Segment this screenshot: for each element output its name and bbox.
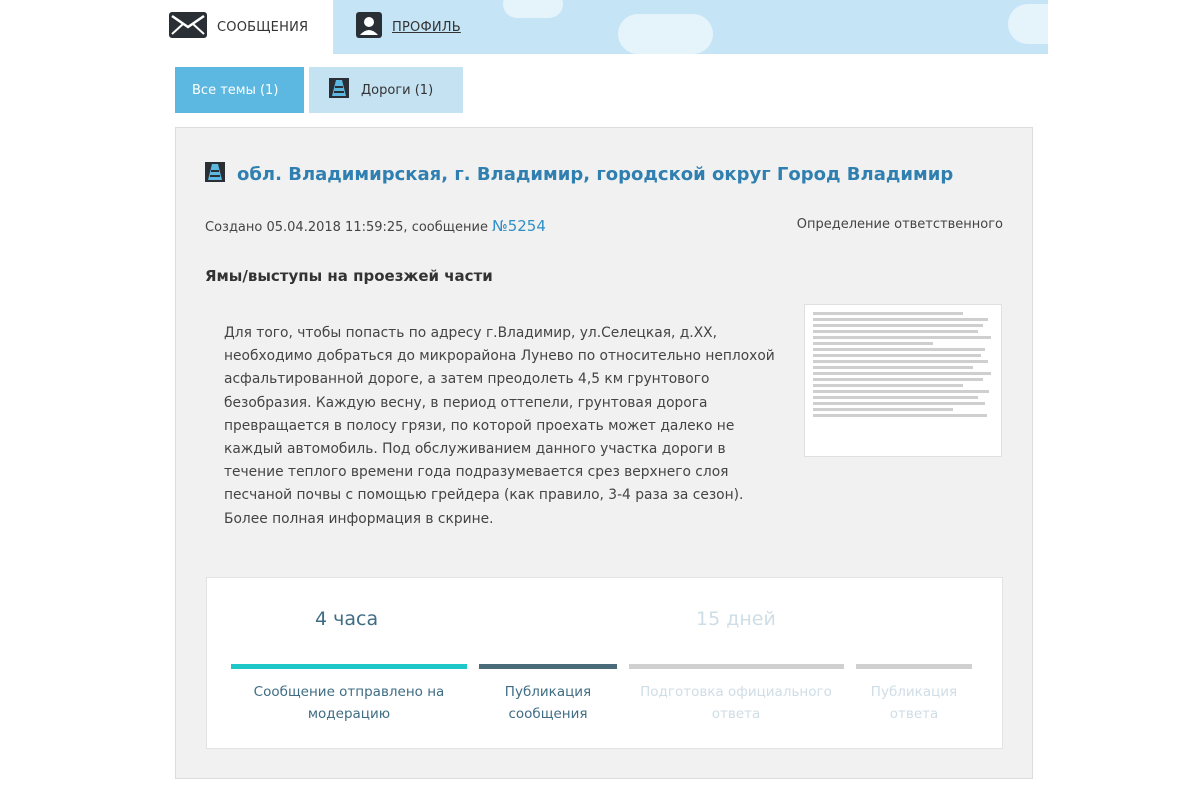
road-icon [329,78,349,102]
time-active: 4 часа [315,608,379,630]
created-text: Создано 05.04.2018 11:59:25, сообщение [205,220,493,235]
cloud-decoration [618,14,713,54]
message-title[interactable]: обл. Владимирская, г. Владимир, городско… [237,164,953,185]
category-roads-tab[interactable]: Дороги (1) [309,67,463,113]
message-title-row: обл. Владимирская, г. Владимир, городско… [205,162,953,186]
status-text: Определение ответственного [796,217,1003,232]
message-subject: Ямы/выступы на проезжей части [205,267,493,285]
envelope-icon [169,12,207,42]
tab-profile[interactable]: ПРОФИЛЬ [356,0,496,54]
cloud-decoration [1008,4,1048,44]
progress-bar-step-2 [479,664,617,669]
screenshot-thumbnail[interactable] [804,304,1002,457]
step-label-4: Публикация ответа [870,684,958,722]
category-all-label: Все темы (1) [192,82,279,98]
tab-profile-label: ПРОФИЛЬ [392,19,461,35]
message-number-link[interactable]: №5254 [492,217,546,235]
cloud-decoration [503,0,563,18]
progress-bar-step-1 [231,664,467,669]
progress-bar-step-4 [856,664,972,669]
category-all-tab[interactable]: Все темы (1) [175,67,304,113]
tab-messages-label: СООБЩЕНИЯ [217,19,309,35]
step-label-1: Сообщение отправлено на модерацию [253,684,445,722]
message-meta: Создано 05.04.2018 11:59:25, сообщение №… [205,217,546,235]
user-icon [356,12,382,42]
tab-messages[interactable]: СООБЩЕНИЯ [153,0,333,54]
message-description: Для того, чтобы попасть по адресу г.Влад… [224,325,775,527]
category-roads-label: Дороги (1) [361,82,434,98]
road-icon [205,162,225,186]
time-future: 15 дней [696,608,776,630]
progress-bar-step-3 [629,664,844,669]
step-label-3: Подготовка официального ответа [640,684,832,722]
step-label-2: Публикация сообщения [504,684,592,722]
